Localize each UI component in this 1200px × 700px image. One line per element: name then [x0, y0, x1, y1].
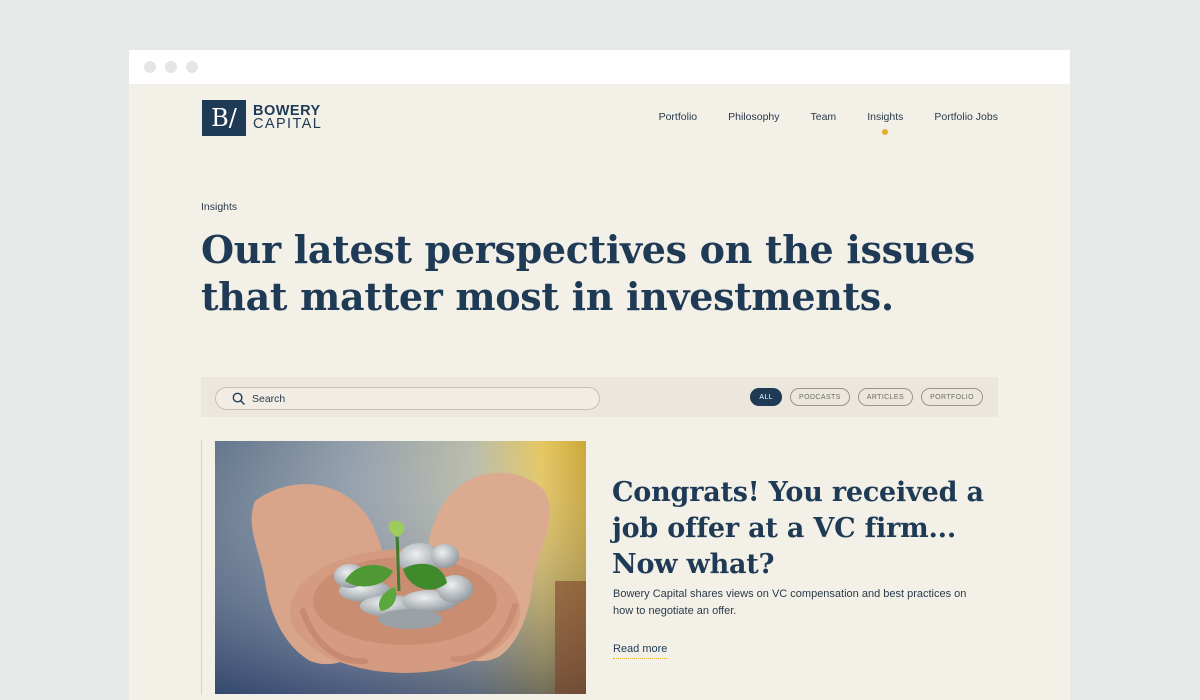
logo-mark: B/: [202, 100, 246, 136]
main-nav: Portfolio Philosophy Team Insights Portf…: [659, 111, 998, 135]
search-input[interactable]: [252, 392, 572, 405]
page-eyebrow: Insights: [201, 201, 238, 213]
nav-item-philosophy[interactable]: Philosophy: [728, 111, 779, 123]
filter-pill-all[interactable]: ALL: [750, 388, 783, 406]
nav-item-insights[interactable]: Insights: [867, 111, 903, 135]
search-icon: [232, 392, 245, 405]
hands-coins-plant-illustration: [215, 441, 586, 694]
browser-titlebar: [129, 50, 1070, 84]
nav-item-portfolio-jobs[interactable]: Portfolio Jobs: [934, 111, 998, 123]
page-title: Our latest perspectives on the issues th…: [201, 227, 975, 319]
nav-item-portfolio[interactable]: Portfolio: [659, 111, 698, 123]
logo-line-2: CAPITAL: [253, 116, 323, 132]
article-description: Bowery Capital shares views on VC compen…: [613, 588, 967, 617]
filter-pill-portfolio[interactable]: PORTFOLIO: [921, 388, 983, 406]
filter-pill-podcasts[interactable]: PODCASTS: [790, 388, 850, 406]
brand-logo[interactable]: B/ BOWERY CAPITAL: [202, 100, 322, 136]
nav-item-team[interactable]: Team: [811, 111, 837, 123]
filter-pill-articles[interactable]: ARTICLES: [857, 388, 914, 406]
browser-window: B/ BOWERY CAPITAL Portfolio Philosophy T…: [129, 50, 1070, 700]
window-control-dot[interactable]: [144, 61, 156, 73]
window-control-dot[interactable]: [186, 61, 198, 73]
filter-pills: ALL PODCASTS ARTICLES PORTFOLIO: [750, 388, 983, 406]
search-box[interactable]: [215, 387, 600, 410]
article-title[interactable]: Congrats! You received a job offer at a …: [612, 475, 1012, 583]
card-divider: [201, 440, 202, 695]
window-control-dot[interactable]: [165, 61, 177, 73]
read-more-link[interactable]: Read more: [613, 643, 668, 659]
logo-wordmark: BOWERY CAPITAL: [253, 104, 323, 132]
featured-article-image[interactable]: [215, 441, 586, 694]
filter-bar: ALL PODCASTS ARTICLES PORTFOLIO: [201, 377, 998, 417]
